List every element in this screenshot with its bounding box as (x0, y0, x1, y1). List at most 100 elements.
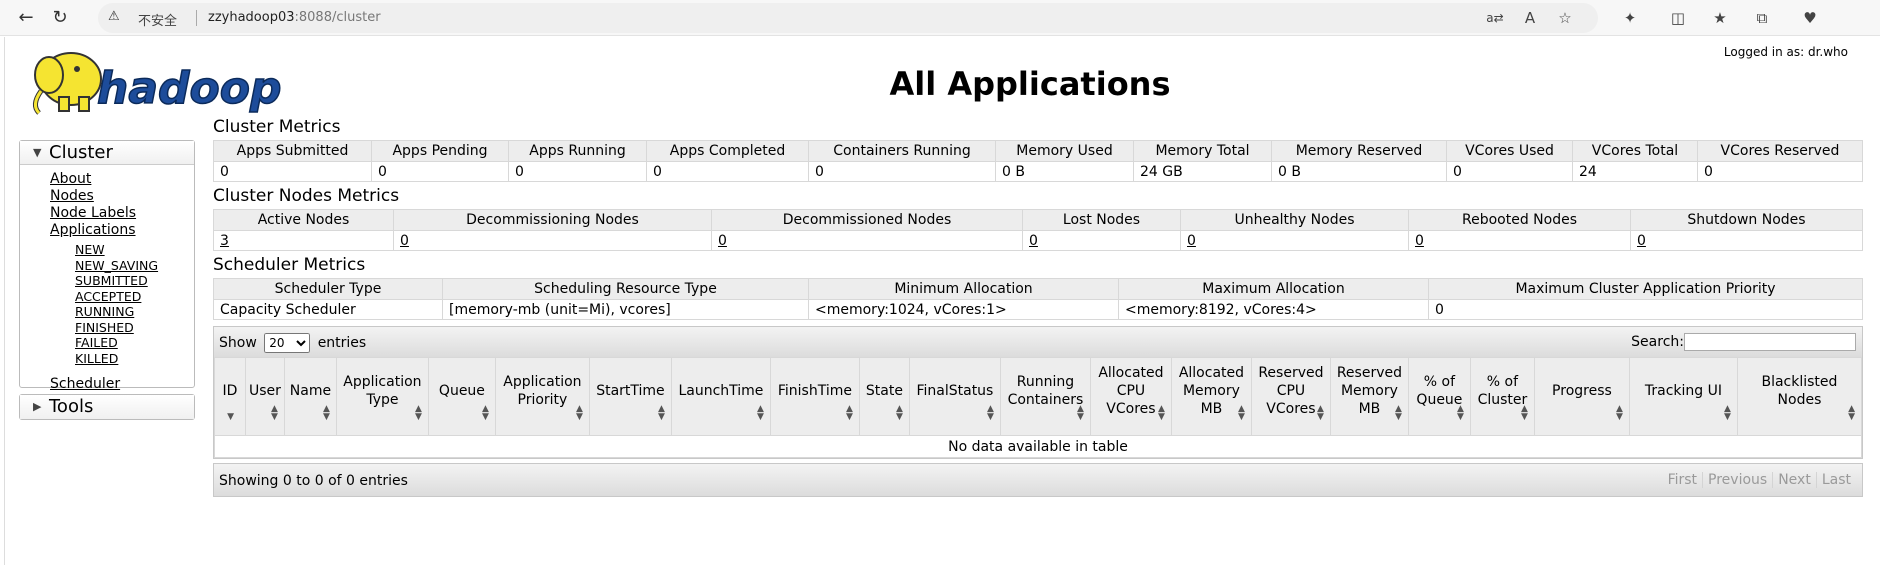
reload-icon[interactable]: ↻ (48, 6, 72, 30)
column-header: Containers Running (808, 140, 996, 162)
entries-label: entries (317, 335, 367, 351)
extensions-icon[interactable]: ✦ (1620, 8, 1640, 28)
column-header-percent-of-queue[interactable]: % of Queue ▲ ▼ (1407, 357, 1471, 436)
scheduler-metrics: Scheduler Metrics Scheduler Type Schedul… (213, 255, 1863, 320)
decommissioning-nodes-link[interactable]: 0 (400, 233, 409, 249)
sort-icon: ▲ ▼ (1616, 404, 1623, 422)
column-header-application-type[interactable]: Application Type ▲ ▼ (335, 357, 429, 436)
link-scheduler[interactable]: Scheduler (50, 376, 194, 393)
column-header-reserved-cpu-vcores[interactable]: Reserved CPU VCores ▲ ▼ (1250, 357, 1331, 436)
logged-in-text: Logged in as: dr.who (1723, 45, 1848, 59)
app-state-links: NEW NEW_SAVING SUBMITTED ACCEPTED RUNNIN… (50, 242, 194, 366)
link-state-submitted[interactable]: SUBMITTED (75, 273, 194, 289)
unhealthy-nodes-link[interactable]: 0 (1187, 233, 1196, 249)
read-aloud-icon[interactable]: a⇄ (1485, 8, 1505, 28)
link-node-labels[interactable]: Node Labels (50, 205, 194, 222)
sidebar: ▼ Cluster About Nodes Node Labels Applic… (19, 140, 195, 420)
pager-first-button[interactable]: First (1663, 472, 1704, 488)
column-header-start-time[interactable]: StartTime ▲ ▼ (588, 357, 672, 436)
lost-nodes-link[interactable]: 0 (1029, 233, 1038, 249)
column-header-running-containers[interactable]: Running Containers ▲ ▼ (999, 357, 1091, 436)
show-label: Show (219, 335, 257, 351)
pagination: First Previous Next Last (1663, 472, 1856, 488)
column-header-user[interactable]: User ▲ ▼ (245, 357, 285, 436)
search-input[interactable] (1684, 333, 1856, 351)
column-header-final-status[interactable]: FinalStatus ▲ ▼ (908, 357, 1001, 436)
page-size-control: Show 20 entries (219, 333, 366, 353)
link-state-failed[interactable]: FAILED (75, 335, 194, 351)
column-header: Apps Completed (646, 140, 809, 162)
link-state-running[interactable]: RUNNING (75, 304, 194, 320)
link-applications[interactable]: Applications (50, 222, 194, 239)
column-header-application-priority[interactable]: Application Priority ▲ ▼ (494, 357, 590, 436)
column-header-id[interactable]: ID ▼ (214, 357, 246, 436)
column-header-blacklisted-nodes[interactable]: Blacklisted Nodes ▲ ▼ (1736, 357, 1863, 436)
column-header: VCores Used (1446, 140, 1573, 162)
sort-icon: ▲ ▼ (1077, 404, 1084, 422)
cluster-metrics-table: Apps Submitted Apps Pending Apps Running… (213, 140, 1863, 182)
sort-icon: ▲ ▼ (658, 404, 665, 422)
column-header-percent-of-cluster[interactable]: % of Cluster ▲ ▼ (1469, 357, 1535, 436)
table-cell: 0 (1446, 161, 1573, 182)
link-state-finished[interactable]: FINISHED (75, 320, 194, 336)
column-header-reserved-memory-mb[interactable]: Reserved Memory MB ▲ ▼ (1329, 357, 1409, 436)
column-header-state[interactable]: State ▲ ▼ (858, 357, 910, 436)
cluster-panel: ▼ Cluster About Nodes Node Labels Applic… (19, 140, 195, 392)
pager-next-button[interactable]: Next (1773, 472, 1817, 488)
tools-panel[interactable]: ▶ Tools (19, 394, 195, 420)
column-header: Memory Total (1133, 140, 1272, 162)
table-cell: Capacity Scheduler (213, 299, 443, 320)
link-state-new[interactable]: NEW (75, 242, 194, 258)
favorite-star-icon[interactable]: ☆ (1555, 8, 1575, 28)
split-screen-icon[interactable]: ◫ (1668, 8, 1688, 28)
column-header-progress[interactable]: Progress ▲ ▼ (1533, 357, 1630, 436)
favorites-icon[interactable]: ★ (1710, 8, 1730, 28)
link-state-killed[interactable]: KILLED (75, 351, 194, 367)
rebooted-nodes-link[interactable]: 0 (1415, 233, 1424, 249)
table-cell: [memory-mb (unit=Mi), vcores] (442, 299, 809, 320)
collapsed-triangle-icon: ▶ (33, 400, 42, 413)
column-header: Rebooted Nodes (1408, 209, 1631, 231)
column-header-name[interactable]: Name ▲ ▼ (283, 357, 337, 436)
back-arrow-icon[interactable]: ← (14, 6, 38, 30)
decommissioned-nodes-link[interactable]: 0 (718, 233, 727, 249)
page-size-select[interactable]: 20 (264, 333, 311, 353)
active-nodes-link[interactable]: 3 (220, 233, 229, 249)
column-header: Unhealthy Nodes (1180, 209, 1409, 231)
column-header-launch-time[interactable]: LaunchTime ▲ ▼ (670, 357, 771, 436)
warning-icon[interactable]: ⚠ (108, 9, 120, 24)
table-cell: <memory:1024, vCores:1> (808, 299, 1119, 320)
cluster-links: About Nodes Node Labels Applications NEW… (20, 165, 194, 392)
text-size-icon[interactable]: A (1520, 8, 1540, 28)
column-header: Shutdown Nodes (1630, 209, 1863, 231)
cluster-panel-header[interactable]: ▼ Cluster (20, 141, 194, 165)
column-header: Maximum Allocation (1118, 278, 1429, 300)
browser-essentials-icon[interactable]: ♥ (1800, 8, 1820, 28)
column-header-allocated-cpu-vcores[interactable]: Allocated CPU VCores ▲ ▼ (1089, 357, 1172, 436)
table-cell: 0 (213, 161, 372, 182)
sort-icon: ▲ ▼ (1158, 404, 1165, 422)
column-header: Minimum Allocation (808, 278, 1119, 300)
sort-icon: ▲ ▼ (1317, 404, 1324, 422)
pager-previous-button[interactable]: Previous (1703, 472, 1774, 488)
column-header-finish-time[interactable]: FinishTime ▲ ▼ (769, 357, 860, 436)
link-state-new-saving[interactable]: NEW_SAVING (75, 258, 194, 274)
table-cell: 0 (711, 230, 1023, 251)
link-nodes[interactable]: Nodes (50, 188, 194, 205)
collections-icon[interactable]: ⧉ (1752, 8, 1772, 28)
column-header-allocated-memory-mb[interactable]: Allocated Memory MB ▲ ▼ (1170, 357, 1252, 436)
link-about[interactable]: About (50, 171, 194, 188)
tools-panel-header[interactable]: ▶ Tools (20, 395, 194, 419)
sort-desc-icon: ▼ (227, 412, 234, 422)
table-cell: 24 GB (1133, 161, 1272, 182)
link-state-accepted[interactable]: ACCEPTED (75, 289, 194, 305)
cluster-metrics-heading: Cluster Metrics (213, 117, 341, 137)
table-cell: 0 (1022, 230, 1181, 251)
column-header-queue[interactable]: Queue ▲ ▼ (427, 357, 496, 436)
shutdown-nodes-link[interactable]: 0 (1637, 233, 1646, 249)
pager-last-button[interactable]: Last (1817, 472, 1856, 488)
address-bar[interactable]: ⚠ 不安全 zzyhadoop03:8088/cluster (98, 3, 1598, 33)
column-header-tracking-ui[interactable]: Tracking UI ▲ ▼ (1628, 357, 1738, 436)
browser-toolbar: ← ↻ ⚠ 不安全 zzyhadoop03:8088/cluster a⇄ A … (0, 0, 1880, 36)
column-header: Maximum Cluster Application Priority (1428, 278, 1863, 300)
